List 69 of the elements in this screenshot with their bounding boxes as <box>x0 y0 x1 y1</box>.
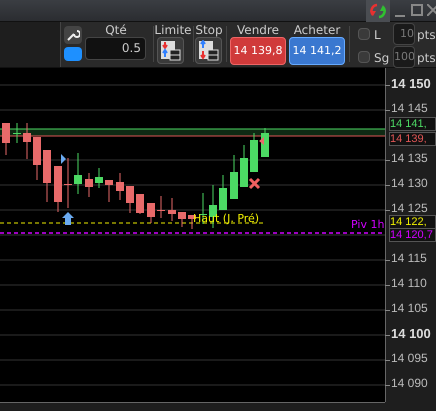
price-tag: 14 120,7 <box>389 228 436 242</box>
price-tag: 14 139, <box>389 132 436 146</box>
order-document-icon <box>160 40 181 61</box>
candle <box>136 194 144 214</box>
stop-label: Stop <box>194 24 224 37</box>
quantity-label: Qté <box>104 24 128 37</box>
price-axis-label: 14 130 <box>391 177 428 190</box>
sell-button[interactable]: 14 139,8 <box>230 37 286 65</box>
price-axis-label: 14 110 <box>391 277 427 290</box>
candle <box>157 196 165 218</box>
unit-label: pts <box>417 27 436 44</box>
order-document-icon <box>198 40 219 61</box>
price-axis-label: 14 145 <box>391 102 428 115</box>
stop-order-button[interactable] <box>195 37 222 64</box>
candle <box>74 152 82 194</box>
price-axis-label: 14 150 <box>391 77 431 90</box>
up-arrow-icon <box>62 212 74 225</box>
candle <box>13 122 21 144</box>
candle <box>188 214 196 230</box>
triangle-marker-icon <box>61 154 66 164</box>
limit-order-button[interactable] <box>157 37 184 64</box>
price-axis-label: 14 115 <box>391 252 427 265</box>
points-field[interactable]: 10 <box>393 23 415 45</box>
price-tag: 14 141, <box>389 117 436 131</box>
wrench-icon <box>66 28 80 42</box>
maximize-icon[interactable] <box>411 4 423 16</box>
checkbox-label: L <box>374 27 381 44</box>
candle <box>54 166 62 212</box>
candle <box>126 186 134 214</box>
close-icon[interactable] <box>427 4 436 16</box>
checkbox-label: Sg <box>374 50 390 67</box>
candle <box>147 202 155 224</box>
candle <box>43 150 51 202</box>
price-axis-label: 14 090 <box>391 377 428 390</box>
price-axis-label: 14 100 <box>391 327 431 340</box>
candle <box>230 154 238 200</box>
price-axis-label: 14 105 <box>391 302 428 315</box>
triangle-marker-icon <box>259 137 264 145</box>
candle <box>219 174 227 210</box>
sync-icon[interactable] <box>366 0 390 22</box>
price-axis-label: 14 135 <box>391 152 428 165</box>
cross-marker-icon <box>248 178 260 190</box>
buy-button[interactable]: 14 141,2 <box>289 37 345 65</box>
price-tag: 14 122, <box>389 215 436 229</box>
candle <box>85 172 93 198</box>
price-axis-label: 14 125 <box>391 202 428 215</box>
wrench-button[interactable] <box>64 26 82 44</box>
candle <box>23 122 31 160</box>
price-axis-label: 14 095 <box>391 352 428 365</box>
quantity-field[interactable]: 0.5 <box>85 37 146 60</box>
candle <box>261 128 269 158</box>
candle <box>95 168 103 188</box>
candle <box>240 144 248 188</box>
checkbox[interactable] <box>358 51 370 63</box>
candle <box>64 158 72 208</box>
checkbox[interactable] <box>358 28 370 40</box>
level-label: Piv 1h <box>351 219 384 231</box>
buy-label: Acheter <box>292 24 342 37</box>
candle <box>2 122 10 156</box>
candle <box>116 172 124 200</box>
limit-label: Limite <box>153 24 193 37</box>
candle <box>168 198 176 222</box>
points-field[interactable]: 100 <box>393 46 415 68</box>
candle <box>33 136 41 180</box>
sell-label: Vendre <box>236 24 280 37</box>
unit-label: pts <box>417 50 436 67</box>
candle <box>178 212 186 228</box>
candle <box>105 180 113 202</box>
candle <box>250 132 258 172</box>
